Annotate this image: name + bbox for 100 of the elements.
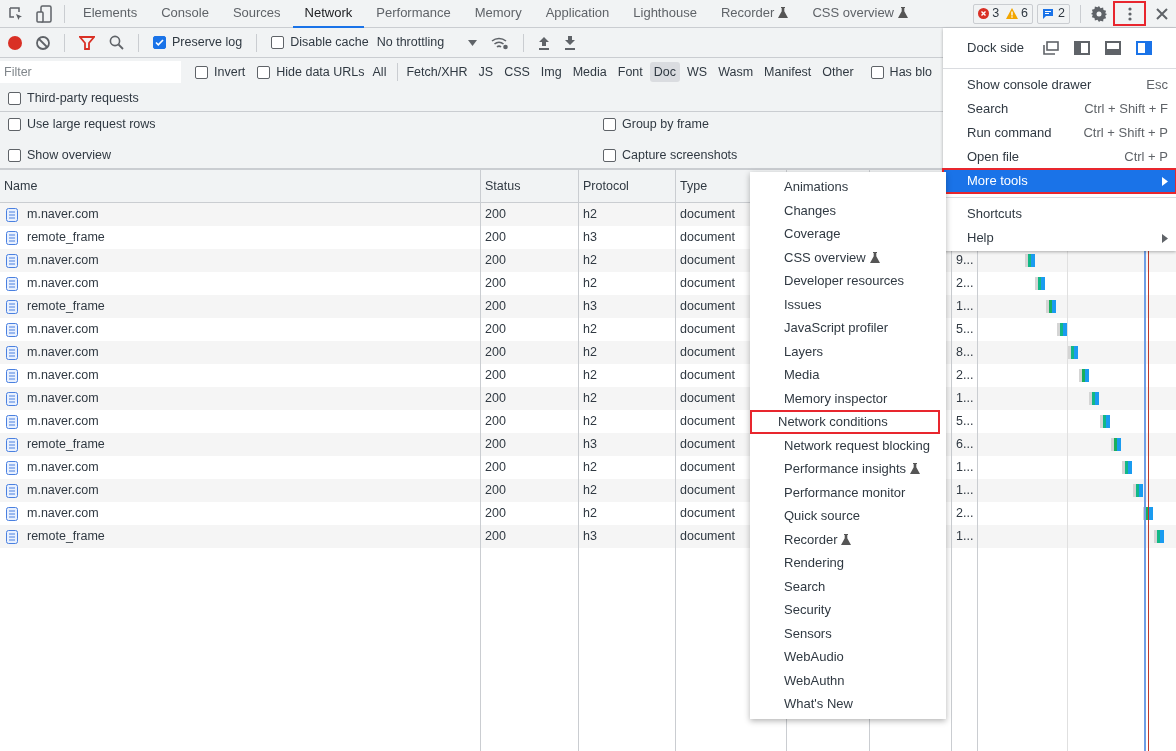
request-name: m.naver.com <box>27 275 99 293</box>
submenu-item[interactable]: Security <box>756 598 940 622</box>
resource-type-filter[interactable]: Wasm <box>714 62 758 82</box>
type-cell-text: document <box>680 275 735 293</box>
type-cell-text: document <box>680 367 735 385</box>
message-count: 2 <box>1058 5 1065 23</box>
type-cell-text: document <box>680 436 735 454</box>
request-name: m.naver.com <box>27 344 99 362</box>
status-cell-text: 200 <box>485 413 506 431</box>
submenu-item[interactable]: Issues <box>756 292 940 316</box>
status-cell-text: 200 <box>485 459 506 477</box>
panel-tab[interactable]: Elements <box>71 0 150 28</box>
protocol-cell-text: h2 <box>583 390 597 408</box>
column-header: Name <box>4 177 38 195</box>
status-cell-text: 200 <box>485 436 506 454</box>
protocol-cell-text: h2 <box>583 413 597 431</box>
checkbox-label: Hide data URLs <box>276 63 365 81</box>
request-name: m.naver.com <box>27 413 99 431</box>
submenu-item[interactable]: Network request blocking <box>756 433 940 457</box>
resource-type-filter[interactable]: Font <box>613 62 647 82</box>
checkbox-label: Group by frame <box>622 116 709 134</box>
submenu-item[interactable]: Performance monitor <box>756 480 940 504</box>
time-cell-text: 8... <box>956 344 974 362</box>
panel-tab[interactable]: Lighthouse <box>621 0 709 28</box>
checkbox-label: Has blo <box>889 63 932 81</box>
menu-item[interactable]: Show console drawer Esc <box>943 73 1176 97</box>
resource-type-filter[interactable]: Img <box>536 62 566 82</box>
type-cell-text: document <box>680 505 735 523</box>
resource-type-filter[interactable]: All <box>368 62 391 82</box>
time-cell-text: 1... <box>956 390 974 408</box>
resource-type-filter[interactable]: Fetch/XHR <box>402 62 472 82</box>
menu-item[interactable]: Help <box>943 226 1176 250</box>
filter-field[interactable]: Filter <box>0 61 181 83</box>
panel-tab[interactable]: Recorder <box>708 0 801 28</box>
status-cell-text: 200 <box>485 528 506 546</box>
column-header: Protocol <box>583 177 629 195</box>
menu-item[interactable]: Run command Ctrl + Shift + P <box>943 121 1176 145</box>
protocol-cell-text: h2 <box>583 505 597 523</box>
submenu-item[interactable]: Coverage <box>756 222 940 246</box>
status-cell-text: 200 <box>485 229 506 247</box>
type-cell-text: document <box>680 252 735 270</box>
checkbox-label: Third-party requests <box>27 90 139 108</box>
submenu-item[interactable]: Memory inspector <box>756 386 940 410</box>
resource-type-filter[interactable]: Manifest <box>760 62 816 82</box>
submenu-item[interactable]: Network conditions <box>750 410 940 434</box>
panel-tab[interactable]: Application <box>533 0 622 28</box>
request-name: m.naver.com <box>27 252 99 270</box>
submenu-item[interactable]: Search <box>756 574 940 598</box>
submenu-item[interactable]: Performance insights <box>756 457 940 481</box>
menu-item[interactable]: Open file Ctrl + P <box>943 145 1176 169</box>
issues-counter[interactable]: 3 6 <box>973 3 1034 24</box>
resource-type-filter[interactable]: WS <box>683 62 712 82</box>
type-cell-text: document <box>680 321 735 339</box>
menu-label: Dock side <box>967 39 1025 58</box>
resource-type-filter[interactable]: CSS <box>500 62 534 82</box>
submenu-item[interactable]: WebAudio <box>756 645 940 669</box>
time-cell-text: 5... <box>956 413 974 431</box>
resource-type-filter[interactable]: JS <box>474 62 498 82</box>
submenu-item[interactable]: Changes <box>756 198 940 222</box>
submenu-item[interactable]: Sensors <box>756 621 940 645</box>
submenu-item[interactable]: Media <box>756 363 940 387</box>
panel-tab[interactable]: Memory <box>462 0 534 28</box>
resource-type-filter[interactable]: Media <box>568 62 611 82</box>
time-cell-text: 6... <box>956 436 974 454</box>
panel-tab[interactable]: CSS overview <box>800 0 920 28</box>
type-cell-text: document <box>680 229 735 247</box>
panel-tab[interactable]: Sources <box>220 0 293 28</box>
panel-tab[interactable]: Performance <box>364 0 463 28</box>
resource-type-filter[interactable]: Doc <box>649 62 680 82</box>
submenu-item[interactable]: Developer resources <box>756 269 940 293</box>
throttling-select[interactable]: No throttling <box>376 33 478 52</box>
protocol-cell-text: h2 <box>583 275 597 293</box>
checkbox-label: Show overview <box>27 147 112 164</box>
submenu-item[interactable]: WebAuthn <box>756 668 940 692</box>
submenu-item[interactable]: JavaScript profiler <box>756 316 940 340</box>
menu-item[interactable]: Shortcuts <box>943 202 1176 226</box>
time-cell-text: 1... <box>956 298 974 316</box>
resource-type-filter[interactable]: Other <box>818 62 858 82</box>
menu-item[interactable]: Search Ctrl + Shift + F <box>943 97 1176 121</box>
protocol-cell-text: h2 <box>583 321 597 339</box>
type-cell-text: document <box>680 206 735 224</box>
error-count: 3 <box>992 5 1000 23</box>
request-name: m.naver.com <box>27 321 99 339</box>
time-cell-text: 1... <box>956 528 974 546</box>
submenu-item[interactable]: Recorder <box>756 527 940 551</box>
submenu-item[interactable]: Layers <box>756 339 940 363</box>
submenu-item[interactable]: CSS overview <box>756 245 940 269</box>
submenu-item[interactable]: Rendering <box>756 551 940 575</box>
messages-counter[interactable]: 2 <box>1037 3 1070 24</box>
warning-count: 6 <box>1021 5 1029 23</box>
time-cell-text: 1... <box>956 459 974 477</box>
panel-tab[interactable]: Console <box>149 0 221 28</box>
protocol-cell-text: h3 <box>583 436 597 454</box>
submenu-item[interactable]: Quick source <box>756 504 940 528</box>
submenu-item[interactable]: What's New <box>756 692 940 716</box>
protocol-cell-text: h3 <box>583 298 597 316</box>
protocol-cell-text: h3 <box>583 229 597 247</box>
submenu-item[interactable]: Animations <box>756 175 940 199</box>
request-name: remote_frame <box>27 298 105 316</box>
menu-item[interactable]: More tools <box>943 169 1176 193</box>
